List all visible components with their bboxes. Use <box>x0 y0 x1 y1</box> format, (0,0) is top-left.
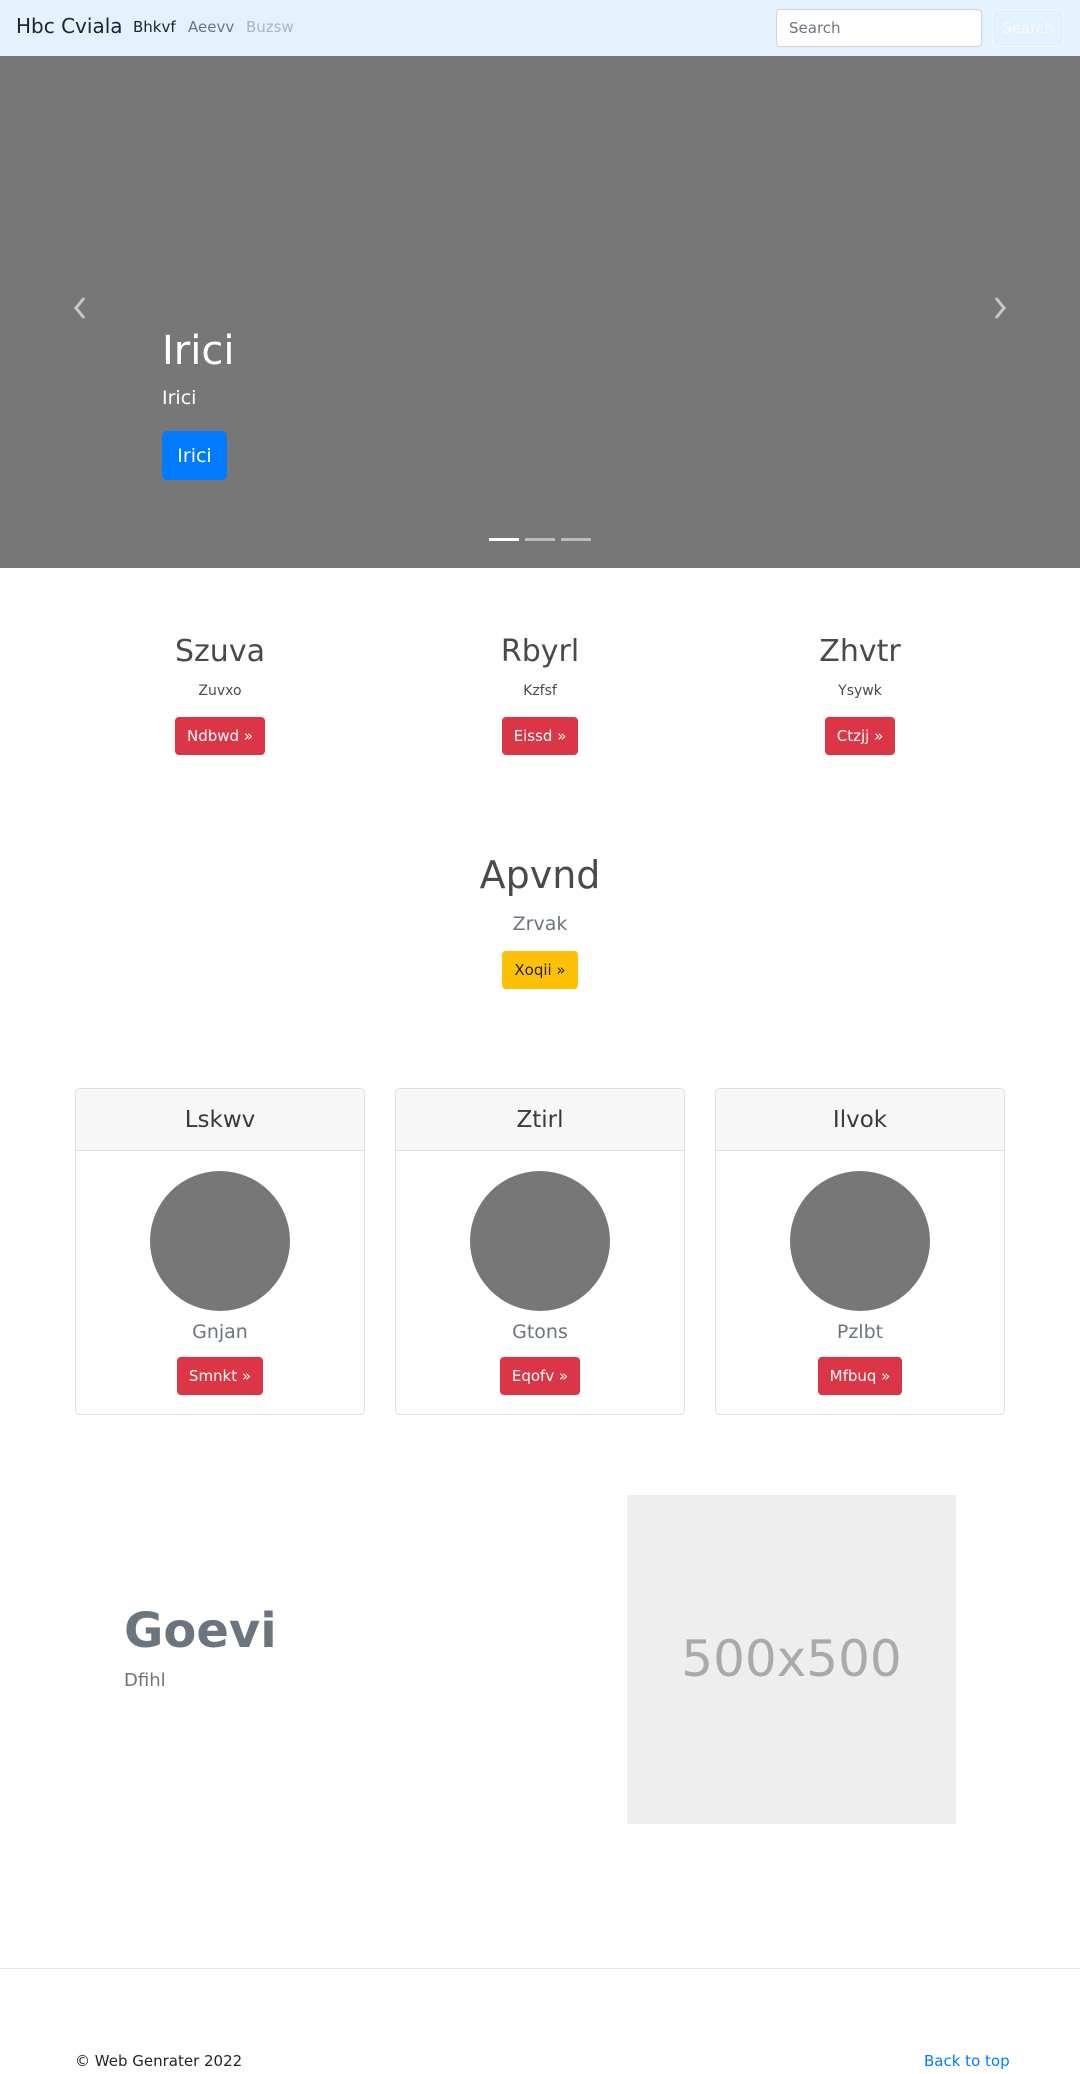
profile-card: Ilvok Pzlbt Mfbuq » <box>715 1088 1005 1415</box>
featurette-subheading: Dfihl <box>124 1670 166 1691</box>
navbar-brand[interactable]: Hbc Cviala <box>16 14 123 38</box>
nav-link-buzsw[interactable]: Buzsw <box>246 18 294 36</box>
highlight-text: Zrvak <box>512 913 568 935</box>
feature-button[interactable]: Ndbwd » <box>175 717 265 755</box>
feature-title: Rbyrl <box>500 634 580 669</box>
card-text: Gtons <box>512 1321 568 1343</box>
card-header: Lskwv <box>76 1089 364 1151</box>
carousel-indicator-1[interactable] <box>489 538 519 541</box>
profile-card: Ztirl Gtons Eqofv » <box>395 1088 685 1415</box>
carousel-subtitle: Irici <box>162 387 197 409</box>
highlight-title: Apvnd <box>479 853 601 897</box>
card-header: Ilvok <box>716 1089 1004 1151</box>
carousel-title: Irici <box>162 328 235 374</box>
feature-text: Ysywk <box>838 683 882 699</box>
placeholder-image: 500x500 <box>627 1495 956 1824</box>
card-button[interactable]: Eqofv » <box>499 1357 581 1395</box>
card-text: Pzlbt <box>836 1321 884 1343</box>
card-text: Gnjan <box>192 1321 248 1343</box>
feature-column: Rbyrl Kzfsf Eissd » <box>390 634 690 755</box>
feature-text: Kzfsf <box>523 683 557 699</box>
card-button[interactable]: Smnkt » <box>176 1357 264 1395</box>
nav-link-bhkvf[interactable]: Bhkvf <box>133 18 176 36</box>
avatar <box>150 1171 290 1311</box>
highlight-section: Apvnd Zrvak Xoqii » <box>340 853 740 989</box>
feature-title: Szuva <box>175 634 265 669</box>
nav-link-aeevv[interactable]: Aeevv <box>188 18 234 36</box>
avatar <box>470 1171 610 1311</box>
back-to-top-link[interactable]: Back to top <box>924 2052 1010 2070</box>
chevron-right-icon[interactable] <box>990 292 1010 332</box>
search-button[interactable]: Search <box>992 9 1064 47</box>
highlight-button[interactable]: Xoqii » <box>502 951 578 989</box>
card-button[interactable]: Mfbuq » <box>817 1357 903 1395</box>
carousel: Irici Irici Irici <box>0 56 1080 568</box>
profile-card: Lskwv Gnjan Smnkt » <box>75 1088 365 1415</box>
feature-title: Zhvtr <box>819 634 901 669</box>
card-header: Ztirl <box>396 1089 684 1151</box>
featurette-heading: Goevi <box>124 1603 277 1659</box>
carousel-indicator-2[interactable] <box>525 538 555 541</box>
feature-button[interactable]: Eissd » <box>501 717 579 755</box>
feature-text: Zuvxo <box>198 683 242 699</box>
footer-copyright: © Web Genrater 2022 <box>75 2052 243 2070</box>
carousel-indicator-3[interactable] <box>561 538 591 541</box>
feature-column: Szuva Zuvxo Ndbwd » <box>70 634 370 755</box>
carousel-cta-button[interactable]: Irici <box>162 431 227 480</box>
navbar: Hbc Cviala Bhkvf Aeevv Buzsw Search <box>0 0 1080 56</box>
footer-divider <box>0 1968 1080 1969</box>
chevron-left-icon[interactable] <box>70 292 90 332</box>
feature-button[interactable]: Ctzjj » <box>824 717 896 755</box>
avatar <box>790 1171 930 1311</box>
search-input[interactable] <box>776 9 982 47</box>
feature-column: Zhvtr Ysywk Ctzjj » <box>710 634 1010 755</box>
